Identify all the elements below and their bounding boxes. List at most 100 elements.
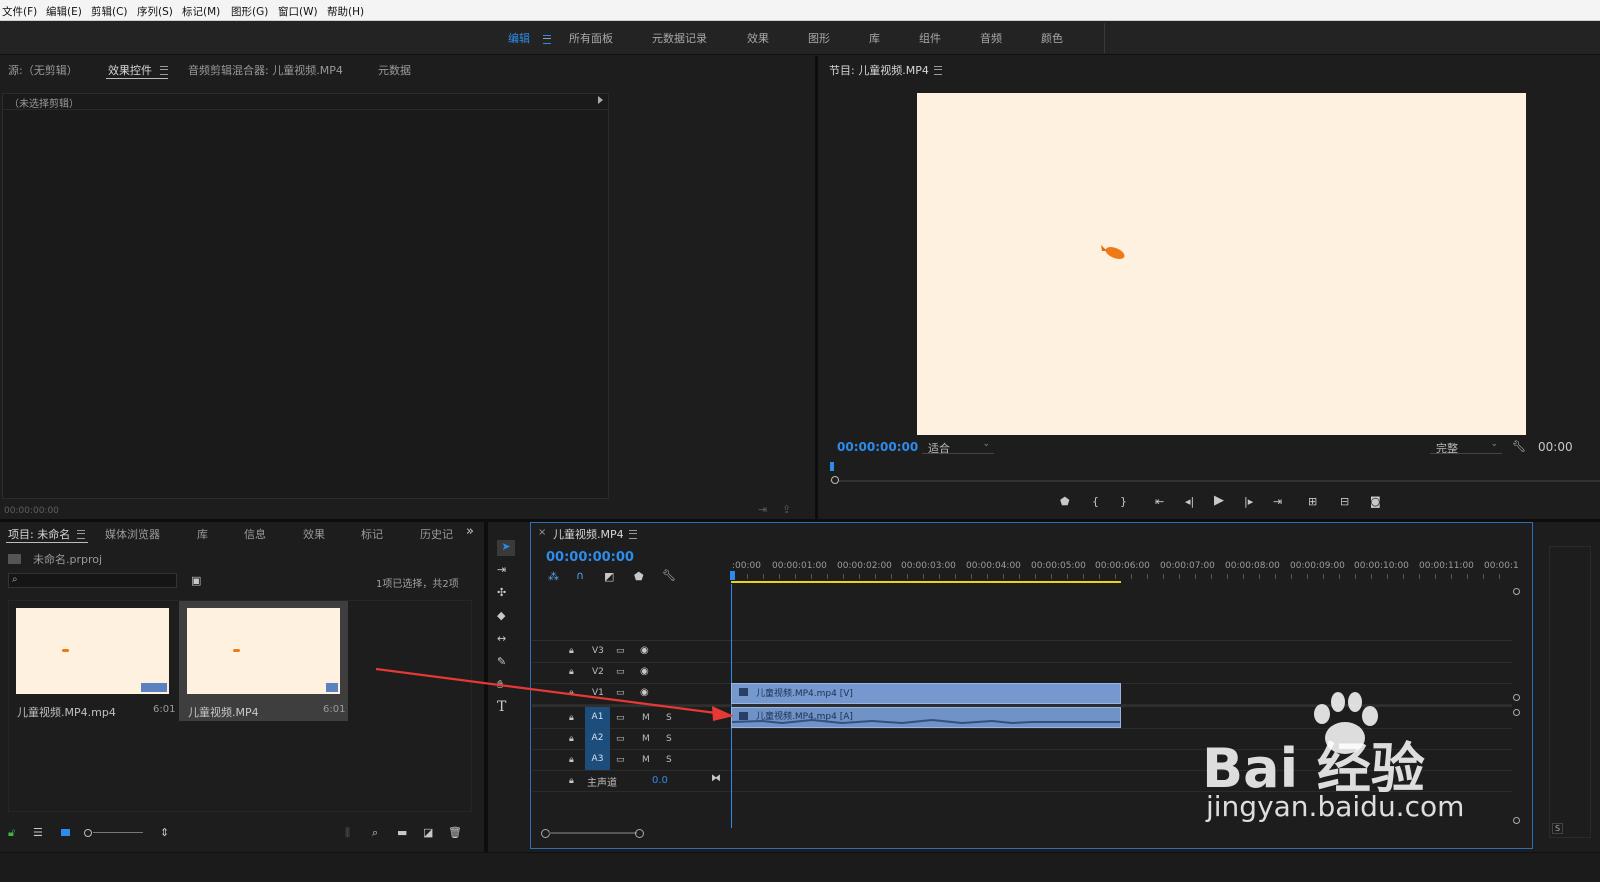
sync-lock-icon[interactable]: ▭ xyxy=(616,753,625,767)
timeline-playhead-head[interactable] xyxy=(730,571,735,580)
solo-button[interactable]: S xyxy=(666,755,672,765)
tab-effect-controls[interactable]: 效果控件 xyxy=(108,62,152,78)
sync-lock-icon[interactable]: ▭ xyxy=(616,644,625,658)
menu-window[interactable]: 窗口(W) xyxy=(278,4,318,19)
workspace-tab-effects[interactable]: 效果 xyxy=(747,30,769,46)
add-marker-icon[interactable]: ⬟ xyxy=(634,570,644,584)
vertical-scroll-handle[interactable] xyxy=(1513,817,1520,824)
mute-button[interactable]: M xyxy=(642,755,650,765)
project-item[interactable]: 儿童视频.MP4.mp4 6:01 xyxy=(10,602,178,720)
lock-icon[interactable]: 🔒︎ xyxy=(569,711,574,725)
workspace-tab-color[interactable]: 颜色 xyxy=(1041,30,1063,46)
sync-lock-icon[interactable]: ▭ xyxy=(616,686,625,700)
program-scrubber[interactable] xyxy=(830,462,1600,484)
mute-button[interactable]: M xyxy=(642,713,650,723)
razor-tool-icon[interactable]: ◆ xyxy=(497,609,505,623)
tab-project[interactable]: 项目: 未命名 xyxy=(8,526,70,542)
export-frame-icon[interactable]: ⇥ xyxy=(758,503,767,517)
tab-effects[interactable]: 效果 xyxy=(303,526,325,542)
thumbnail-size-slider[interactable] xyxy=(84,829,144,837)
tab-media-browser[interactable]: 媒体浏览器 xyxy=(105,526,160,542)
fit-dropdown[interactable]: 适合 ⌄ xyxy=(922,438,994,455)
menu-file[interactable]: 文件(F) xyxy=(2,4,37,19)
tab-markers[interactable]: 标记 xyxy=(361,526,383,542)
automate-icon[interactable]: ⫼ xyxy=(345,826,350,840)
timeline-settings-wrench-icon[interactable]: 🔧︎ xyxy=(662,569,676,583)
menu-graphics[interactable]: 图形(G) xyxy=(231,4,268,19)
timeline-playhead-line[interactable] xyxy=(731,584,732,828)
master-volume-value[interactable]: 0.0 xyxy=(652,775,668,786)
timeline-timecode[interactable]: 00:00:00:00 xyxy=(546,550,634,565)
slip-tool-icon[interactable]: ↔ xyxy=(497,632,506,646)
track-target-a2[interactable]: A2 xyxy=(585,728,610,749)
program-playhead[interactable] xyxy=(830,462,834,471)
vertical-scroll-handle[interactable] xyxy=(1513,694,1520,701)
new-item-icon[interactable]: ◪ xyxy=(423,826,433,840)
lock-icon[interactable]: 🔓︎ xyxy=(8,826,15,840)
mute-button[interactable]: M xyxy=(642,734,650,744)
project-item-selected[interactable]: 儿童视频.MP4 6:01 xyxy=(179,601,348,721)
track-label-v3[interactable]: V3 xyxy=(592,646,604,656)
timeline-tab[interactable]: 儿童视频.MP4 xyxy=(553,526,624,542)
linked-selection-icon[interactable]: ◩ xyxy=(604,570,614,584)
scroll-handle-right[interactable] xyxy=(635,829,644,838)
step-back-icon[interactable]: ◂| xyxy=(1185,495,1194,509)
new-search-bin-icon[interactable]: ▣ xyxy=(191,574,201,588)
sync-lock-icon[interactable]: ▭ xyxy=(616,711,625,725)
tab-source[interactable]: 源:（无剪辑） xyxy=(8,62,78,78)
close-icon[interactable]: × xyxy=(538,527,546,538)
workspace-menu-icon[interactable] xyxy=(543,35,551,44)
go-to-in-icon[interactable]: ⇤ xyxy=(1155,495,1164,509)
sort-icon[interactable]: ⇕ xyxy=(160,826,169,840)
effect-controls-menu-icon[interactable] xyxy=(160,66,168,75)
add-marker-icon[interactable]: ⬟ xyxy=(1060,495,1070,509)
tab-info[interactable]: 信息 xyxy=(244,526,266,542)
project-menu-icon[interactable] xyxy=(77,530,85,539)
track-target-a3[interactable]: A3 xyxy=(585,749,610,770)
solo-button[interactable]: S xyxy=(666,734,672,744)
menu-marker[interactable]: 标记(M) xyxy=(182,4,220,19)
camera-icon[interactable]: ◙ xyxy=(1370,495,1381,509)
program-monitor-title[interactable]: 节目: 儿童视频.MP4 xyxy=(829,62,929,78)
icon-view-icon[interactable] xyxy=(61,829,70,836)
horizontal-scrollbar[interactable] xyxy=(541,829,1513,838)
workspace-tab-graphics[interactable]: 图形 xyxy=(808,30,830,46)
lock-icon[interactable]: 🔒︎ xyxy=(569,732,574,746)
vertical-scroll-handle[interactable] xyxy=(1513,709,1520,716)
menu-sequence[interactable]: 序列(S) xyxy=(137,4,173,19)
lift-icon[interactable]: ⊞ xyxy=(1308,495,1317,509)
track-label-v1[interactable]: V1 xyxy=(592,688,604,698)
go-to-end-icon[interactable]: ⧓ xyxy=(711,772,721,786)
solo-meter-button[interactable]: S xyxy=(1552,823,1564,834)
menu-edit[interactable]: 编辑(E) xyxy=(46,4,82,19)
mark-in-icon[interactable]: { xyxy=(1092,495,1099,509)
workspace-tab-audio[interactable]: 音频 xyxy=(980,30,1002,46)
hand-tool-icon[interactable]: ✋︎ xyxy=(497,678,503,692)
find-icon[interactable]: ⌕ xyxy=(372,826,378,840)
expand-arrow-icon[interactable] xyxy=(598,96,603,104)
program-menu-icon[interactable] xyxy=(934,66,942,75)
menu-clip[interactable]: 剪辑(C) xyxy=(91,4,128,19)
lock-icon[interactable]: 🔒︎ xyxy=(569,686,574,700)
type-tool-icon[interactable]: T xyxy=(497,700,506,714)
eye-icon[interactable]: ◉ xyxy=(640,665,649,679)
sync-lock-icon[interactable]: ▭ xyxy=(616,665,625,679)
audio-clip[interactable]: 儿童视频.MP4.mp4 [A] xyxy=(731,707,1121,728)
tab-libraries[interactable]: 库 xyxy=(197,526,208,542)
tab-metadata[interactable]: 元数据 xyxy=(378,62,411,78)
lock-icon[interactable]: 🔒︎ xyxy=(569,753,574,767)
timeline-menu-icon[interactable] xyxy=(629,530,637,539)
track-label-v2[interactable]: V2 xyxy=(592,667,604,677)
go-to-out-icon[interactable]: ⇥ xyxy=(1273,495,1282,509)
track-target-a1[interactable]: A1 xyxy=(585,707,610,728)
extract-icon[interactable]: ⊟ xyxy=(1340,495,1349,509)
trash-icon[interactable]: 🗑︎ xyxy=(448,826,462,840)
new-bin-icon[interactable]: ▬ xyxy=(397,826,407,840)
solo-button[interactable]: S xyxy=(666,713,672,723)
track-select-tool-icon[interactable]: ⇥ xyxy=(497,563,506,577)
quality-dropdown[interactable]: 完整 ⌄ xyxy=(1430,438,1502,455)
ripple-edit-tool-icon[interactable]: ✣ xyxy=(497,586,506,600)
workspace-tab-assembly[interactable]: 组件 xyxy=(919,30,941,46)
project-search-input[interactable]: ⌕ xyxy=(8,573,177,588)
zoom-handle[interactable] xyxy=(831,476,839,484)
